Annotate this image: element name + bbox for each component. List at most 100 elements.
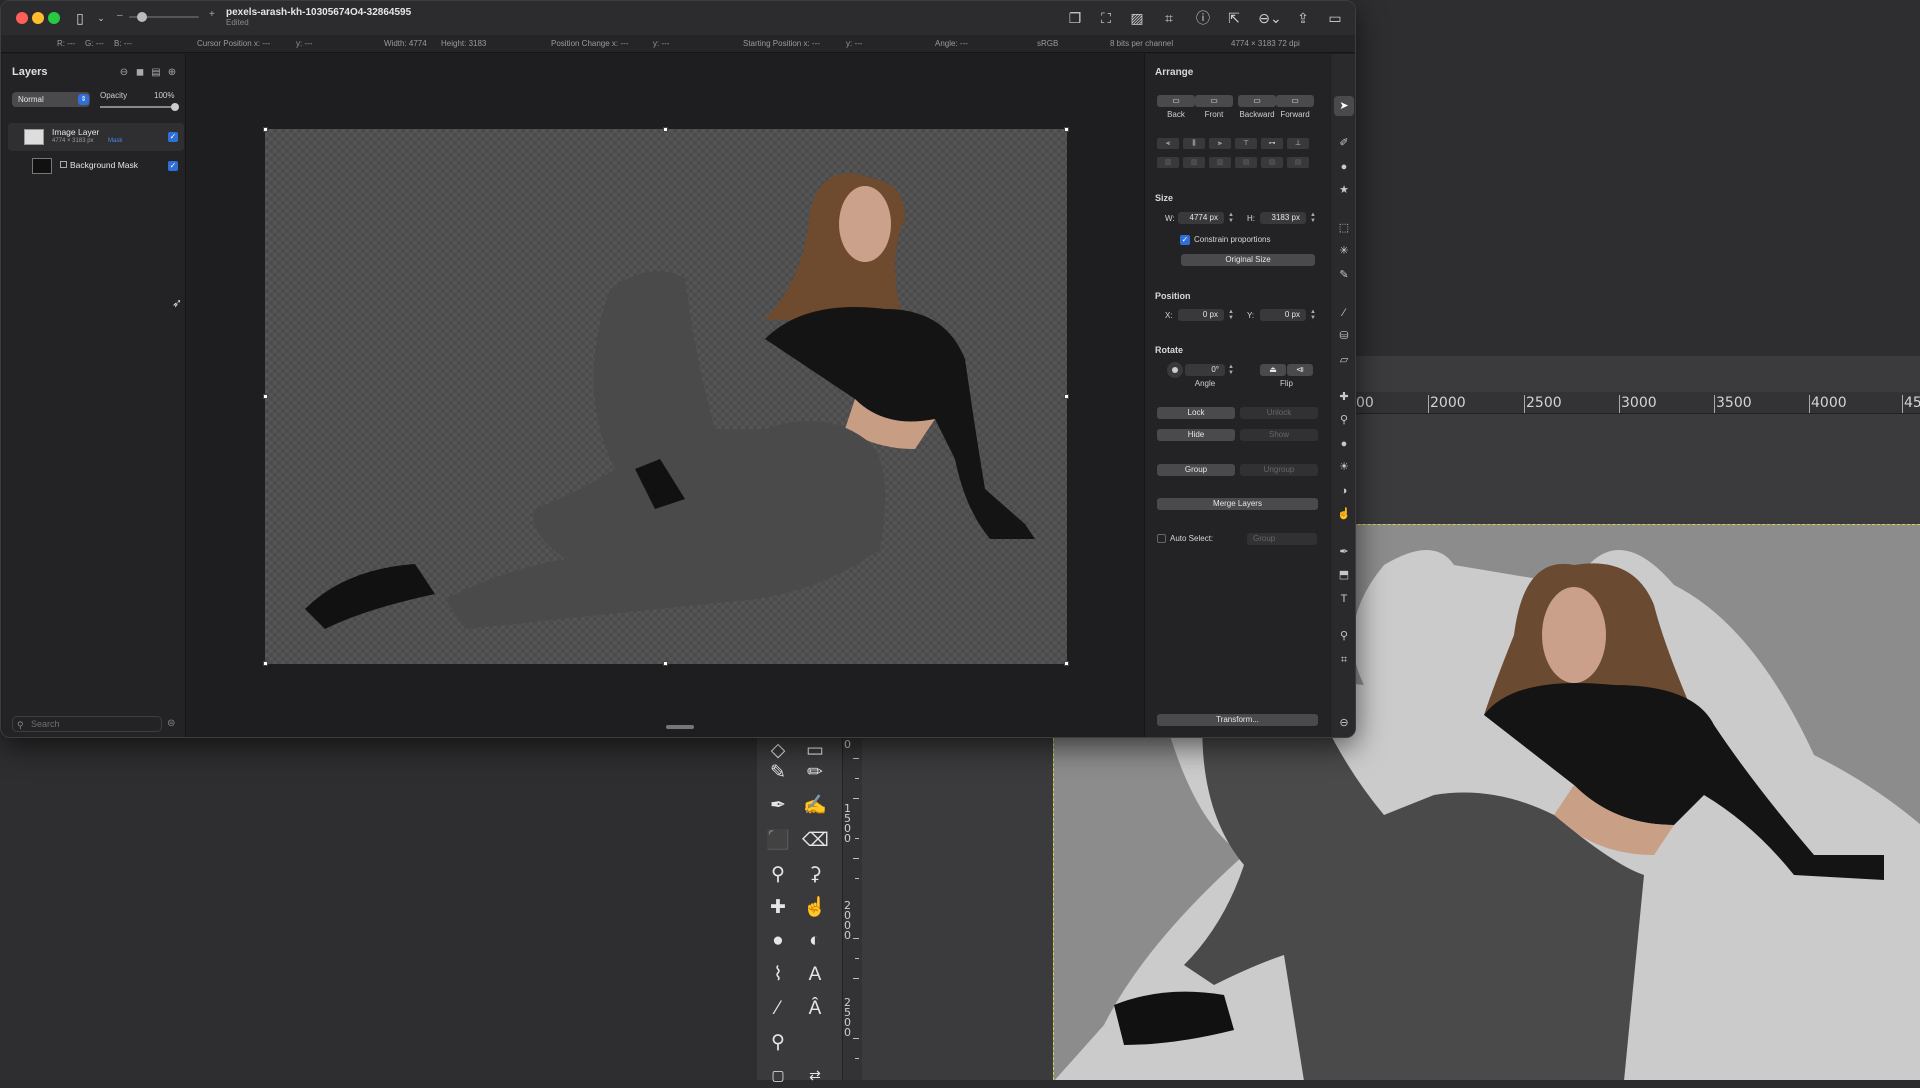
export-icon[interactable]: ⇱ bbox=[1223, 8, 1245, 28]
angle-field[interactable]: 0° bbox=[1185, 364, 1225, 376]
quick-selection-icon[interactable]: ✎ bbox=[1337, 268, 1351, 282]
remove-layer-icon[interactable]: ⊖ bbox=[118, 67, 130, 79]
image-adjust-icon[interactable]: ▨ bbox=[1126, 8, 1148, 28]
color-adjust-tool-icon[interactable]: ● bbox=[1337, 160, 1351, 174]
info-icon[interactable]: ⓘ bbox=[1192, 8, 1214, 28]
crop-tool-icon[interactable]: ⌗ bbox=[1337, 653, 1351, 667]
distribute-bottom-icon[interactable]: ▤ bbox=[1287, 157, 1309, 168]
zoom-out-button[interactable]: – bbox=[117, 10, 123, 21]
width-field[interactable]: 4774 px bbox=[1178, 212, 1224, 224]
opacity-slider[interactable] bbox=[100, 103, 179, 111]
smudge-icon[interactable]: ☝ bbox=[802, 895, 828, 921]
mypaint-brush-icon[interactable]: ✍ bbox=[802, 793, 828, 819]
send-backward-button[interactable]: ▭ bbox=[1238, 95, 1276, 107]
align-middle-v-icon[interactable]: ⊶ bbox=[1261, 138, 1283, 149]
zoom-slider[interactable] bbox=[129, 12, 199, 22]
opacity-slider-thumb[interactable] bbox=[171, 103, 179, 111]
align-right-icon[interactable]: ⫸ bbox=[1209, 138, 1231, 149]
arrange-tool-icon[interactable]: ➤ bbox=[1337, 99, 1351, 113]
effects-tool-icon[interactable]: ★ bbox=[1337, 183, 1351, 197]
angle-stepper[interactable]: ▲ ▼ bbox=[1227, 364, 1235, 376]
transform-handle[interactable] bbox=[1064, 394, 1069, 399]
lock-button[interactable]: Lock bbox=[1157, 407, 1235, 419]
height-field[interactable]: 3183 px bbox=[1260, 212, 1306, 224]
sharpen-tool-icon[interactable]: ☀ bbox=[1337, 460, 1351, 474]
height-stepper[interactable]: ▲ ▼ bbox=[1309, 212, 1317, 224]
zoom-icon[interactable]: ⚲ bbox=[765, 1030, 791, 1056]
transform-handle[interactable] bbox=[263, 661, 268, 666]
layer-style-icon[interactable]: ▤ bbox=[150, 67, 162, 79]
mask-visibility-checkbox[interactable]: ✓ bbox=[168, 161, 178, 171]
distribute-center-icon[interactable]: ▥ bbox=[1183, 157, 1205, 168]
transform-handle[interactable] bbox=[663, 661, 668, 666]
magic-wand-icon[interactable]: ✳ bbox=[1337, 244, 1351, 258]
x-position-stepper[interactable]: ▲ ▼ bbox=[1227, 309, 1235, 321]
blur-drop-icon[interactable]: ● bbox=[765, 928, 791, 954]
transform-handle[interactable] bbox=[1064, 127, 1069, 132]
measure-compass-icon[interactable]: Â bbox=[802, 996, 828, 1022]
select-subject-icon[interactable]: ⛶ bbox=[1095, 8, 1117, 28]
transform-button[interactable]: Transform... bbox=[1157, 714, 1318, 726]
pencil-icon[interactable]: ✏ bbox=[802, 760, 828, 786]
document-canvas[interactable] bbox=[265, 129, 1067, 664]
unlock-button[interactable]: Unlock bbox=[1240, 407, 1318, 419]
zoom-window-button[interactable] bbox=[48, 12, 60, 24]
align-bottom-icon[interactable]: ⊥ bbox=[1287, 138, 1309, 149]
auto-select-checkbox[interactable] bbox=[1157, 534, 1166, 543]
layer-visibility-checkbox[interactable]: ✓ bbox=[168, 132, 178, 142]
color-picker-icon[interactable]: ⁄ bbox=[765, 996, 791, 1022]
dodge-burn-icon[interactable]: ◐ bbox=[802, 928, 828, 954]
type-tool-icon[interactable]: T bbox=[1337, 592, 1351, 606]
style-tool-icon[interactable]: ✐ bbox=[1337, 136, 1351, 150]
distribute-top-icon[interactable]: ▤ bbox=[1235, 157, 1257, 168]
align-top-icon[interactable]: ⊤ bbox=[1235, 138, 1257, 149]
rectangular-select-icon[interactable]: ⬚ bbox=[1337, 221, 1351, 235]
send-to-back-button[interactable]: ▭ bbox=[1157, 95, 1195, 107]
zoom-slider-thumb[interactable] bbox=[137, 12, 147, 22]
text-tool-icon[interactable]: A bbox=[802, 962, 828, 988]
foreground-color-icon[interactable]: ▢ bbox=[765, 1062, 791, 1088]
paint-bucket-icon[interactable]: ⛁ bbox=[1337, 329, 1351, 343]
x-position-field[interactable]: 0 px bbox=[1178, 309, 1224, 321]
chevron-down-icon[interactable]: ⌄ bbox=[90, 8, 112, 28]
heal-icon[interactable]: ✚ bbox=[765, 895, 791, 921]
group-button[interactable]: Group bbox=[1157, 464, 1235, 476]
add-layer-icon[interactable]: ⊕ bbox=[166, 67, 178, 79]
align-center-h-icon[interactable]: ⫼ bbox=[1183, 138, 1205, 149]
more-options-icon[interactable]: ⊖⌄ bbox=[1256, 8, 1284, 28]
close-window-button[interactable] bbox=[16, 12, 28, 24]
transform-handle[interactable] bbox=[1064, 661, 1069, 666]
show-button[interactable]: Show bbox=[1240, 429, 1318, 441]
layer-row-mask[interactable]: Background Mask ✓ bbox=[8, 152, 184, 180]
perspective-clone-icon[interactable]: ⚳ bbox=[802, 862, 828, 888]
transform-handle[interactable] bbox=[263, 394, 268, 399]
shapes-tool-icon[interactable]: ⬒ bbox=[1337, 568, 1351, 582]
bottom-panel-drag-handle[interactable] bbox=[666, 725, 694, 729]
flip-vertical-button[interactable]: ⏏ bbox=[1260, 364, 1286, 376]
sidebar-toggle-icon[interactable]: ▯ bbox=[69, 8, 91, 28]
repair-tool-icon[interactable]: ✚ bbox=[1337, 390, 1351, 404]
layer-search-input[interactable]: ⚲ Search bbox=[12, 716, 162, 732]
eraser-icon[interactable]: ⌫ bbox=[802, 828, 829, 854]
share-icon[interactable]: ⇪ bbox=[1292, 8, 1314, 28]
saturation-tool-icon[interactable]: ◑ bbox=[1337, 484, 1351, 498]
eraser-tool-icon[interactable]: ▱ bbox=[1337, 353, 1351, 367]
light-tool-icon[interactable]: ● bbox=[1337, 437, 1351, 451]
swap-colors-icon[interactable]: ⇄ bbox=[802, 1062, 828, 1088]
flip-horizontal-button[interactable]: ⧏ bbox=[1287, 364, 1313, 376]
original-size-button[interactable]: Original Size bbox=[1181, 254, 1315, 266]
align-left-icon[interactable]: ⫷ bbox=[1157, 138, 1179, 149]
merge-layers-button[interactable]: Merge Layers bbox=[1157, 498, 1318, 510]
tool-options-icon[interactable]: ⊖ bbox=[1337, 716, 1351, 730]
width-stepper[interactable]: ▲ ▼ bbox=[1227, 212, 1235, 224]
transform-handle[interactable] bbox=[263, 127, 268, 132]
paint-brush-tool-icon[interactable]: ⁄ bbox=[1337, 306, 1351, 320]
airbrush-icon[interactable]: ✒ bbox=[765, 793, 791, 819]
y-position-field[interactable]: 0 px bbox=[1260, 309, 1306, 321]
bring-to-front-button[interactable]: ▭ bbox=[1195, 95, 1233, 107]
auto-select-dropdown[interactable]: Group bbox=[1247, 533, 1317, 545]
distribute-right-icon[interactable]: ▥ bbox=[1209, 157, 1231, 168]
ungroup-button[interactable]: Ungroup bbox=[1240, 464, 1318, 476]
clone-tool-icon[interactable]: ⚲ bbox=[1337, 413, 1351, 427]
minimize-window-button[interactable] bbox=[32, 12, 44, 24]
